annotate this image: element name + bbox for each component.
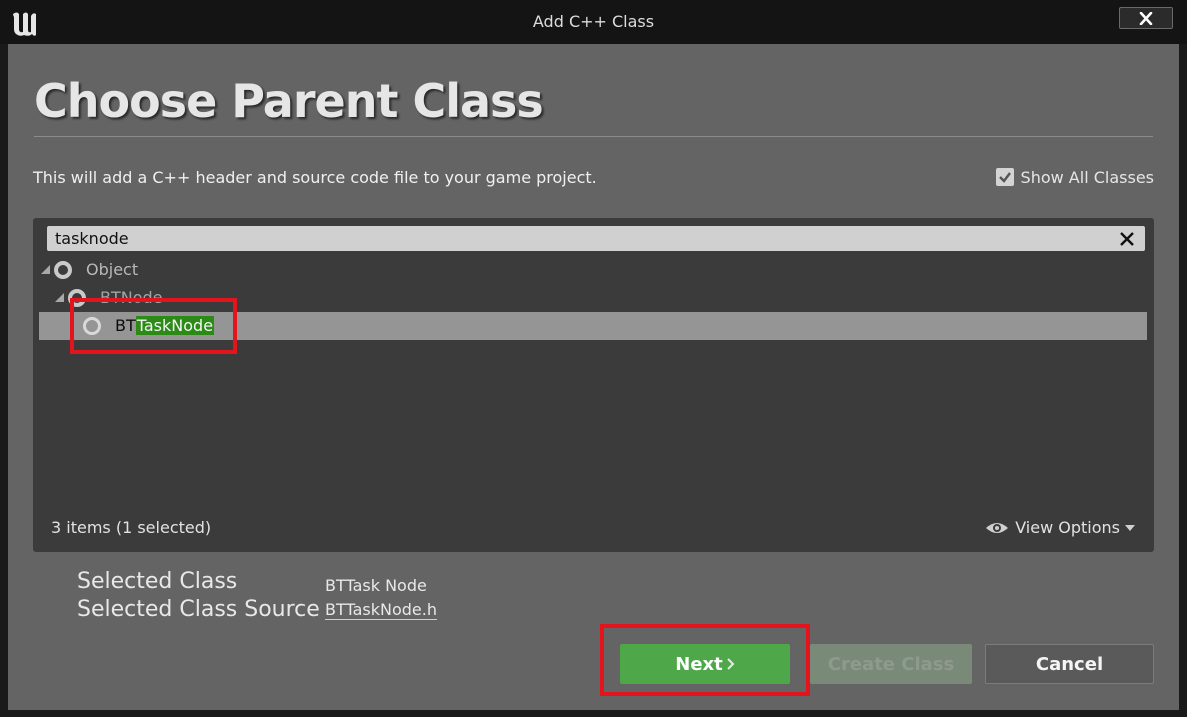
selected-class-source-label: Selected Class Source [77,597,320,622]
dialog-panel: Choose Parent Class This will add a C++ … [8,44,1179,710]
tree-item-object[interactable]: Object [39,256,1147,284]
title-bar: Add C++ Class [0,0,1187,44]
annotation-box-tree-item [70,298,237,354]
create-class-button[interactable]: Create Class [810,644,972,684]
clear-x-icon[interactable] [1119,231,1135,247]
view-options-button[interactable]: View Options [985,518,1142,537]
window-title: Add C++ Class [532,12,655,31]
expanded-triangle-icon[interactable] [55,293,64,302]
description-text: This will add a C++ header and source co… [33,168,597,187]
selected-class-value: BTTask Node [325,576,427,595]
search-input[interactable]: tasknode [47,226,1145,251]
show-all-classes-checkbox[interactable] [995,168,1014,186]
close-button[interactable] [1119,7,1173,29]
item-count-status: 3 items (1 selected) [51,518,212,537]
expanded-triangle-icon[interactable] [41,265,50,274]
heading-divider [34,136,1153,137]
view-options-label: View Options [1015,518,1120,537]
dropdown-triangle-icon [1125,524,1135,531]
tree-item-label: Object [86,260,139,279]
cancel-button[interactable]: Cancel [985,644,1154,684]
show-all-classes-label: Show All Classes [1020,167,1154,187]
circle-class-icon [54,261,72,279]
class-tree-panel: tasknode Object BTNode BTTaskNode 3 item… [33,218,1154,552]
page-heading: Choose Parent Class [34,74,544,128]
checkmark-icon [998,172,1011,183]
search-input-value: tasknode [55,229,129,248]
close-icon [1139,12,1153,25]
eye-icon [986,522,1009,533]
selected-class-label: Selected Class [77,569,238,594]
selected-class-source-link[interactable]: BTTaskNode.h [325,600,437,620]
annotation-box-next-button [600,624,810,696]
show-all-classes-toggle[interactable]: Show All Classes [995,166,1154,188]
